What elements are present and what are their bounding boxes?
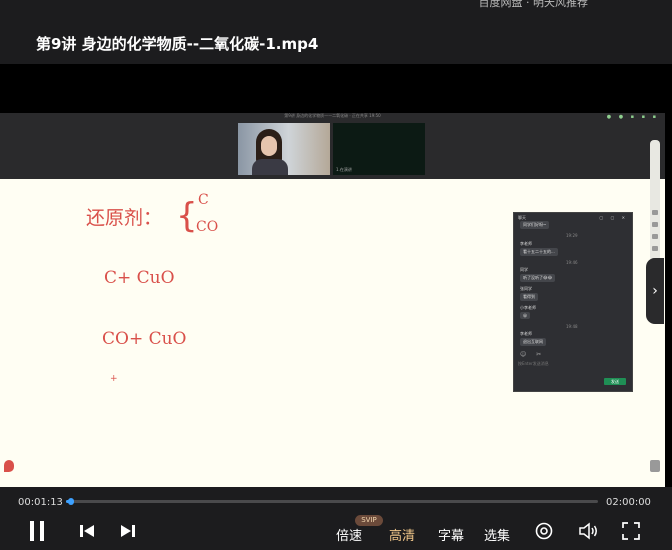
tool-icon[interactable] — [652, 222, 658, 227]
chat-panel[interactable]: 聊天 ▢ ▢ ✕ 同学们好呀~ 19:29 李老师 看十五二十五的... 19:… — [513, 212, 633, 392]
chat-sender: 李老师 — [520, 331, 532, 336]
chat-input[interactable]: 按Enter发送消息 — [518, 361, 549, 367]
chat-message: 看得到 — [520, 293, 538, 301]
option-co: CO — [196, 219, 219, 235]
chat-time: 19:48 — [566, 324, 578, 329]
video-frame[interactable]: 第9讲 身边的化学物质——二氧化碳 · 正在共享 19:50 ● ● ▪ ▪ ▪… — [0, 113, 665, 487]
chat-message: 😀 — [520, 312, 531, 319]
header-bar: 百度网盘 · 明天风推荐 第9讲 身边的化学物质--二氧化碳-1.mp4 — [0, 0, 672, 64]
chat-time: 19:29 — [566, 233, 578, 238]
chat-sender: 同学 — [520, 267, 528, 272]
equation-c-cuo: C+ CuO — [104, 268, 175, 288]
brand-text: 百度网盘 · 明天风推荐 — [478, 0, 589, 9]
chat-message: 听了没听了😂😂 — [520, 274, 556, 282]
settings-icon — [535, 522, 553, 540]
chat-window-controls[interactable]: ▢ ▢ ✕ — [600, 215, 628, 220]
progress-handle[interactable] — [68, 498, 75, 505]
fullscreen-icon — [622, 522, 640, 540]
chat-send-button[interactable]: 发送 — [604, 378, 626, 385]
chat-message: 同学们好呀~ — [520, 221, 550, 229]
pen-cursor: + — [110, 374, 118, 384]
player-controls: 00:01:13 02:00:00 SVIP 倍速 高清 字幕 选集 — [0, 487, 672, 550]
meeting-status-icons: ● ● ▪ ▪ ▪ — [606, 114, 659, 120]
subtitle-button[interactable]: 字幕 — [438, 525, 464, 544]
episodes-button[interactable]: 选集 — [484, 525, 510, 544]
second-video-tile: 1.在演讲 — [333, 123, 425, 175]
duration: 02:00:00 — [606, 497, 651, 508]
next-icon — [121, 525, 135, 537]
previous-button[interactable] — [79, 523, 95, 543]
tile-label: 1.在演讲 — [336, 167, 352, 172]
chat-message: 看十五二十五的... — [520, 248, 558, 256]
fullscreen-button[interactable] — [622, 522, 640, 544]
option-c: C — [198, 192, 209, 208]
chat-sender: 张同学 — [520, 286, 532, 291]
next-page-arrow-icon[interactable]: › — [646, 258, 664, 324]
chat-sender: 小李老师 — [520, 305, 536, 310]
chat-message: 退出互联网 — [520, 338, 546, 346]
chat-sender: 李老师 — [520, 241, 532, 246]
pause-icon — [30, 521, 44, 541]
tool-icon[interactable] — [652, 246, 658, 251]
progress-bar[interactable] — [66, 498, 598, 505]
whiteboard-toolbar[interactable] — [650, 140, 660, 270]
speed-button[interactable]: 倍速 — [336, 525, 362, 544]
current-time: 00:01:13 — [18, 497, 63, 508]
location-pin-icon — [4, 460, 14, 472]
settings-button[interactable] — [535, 522, 553, 544]
brace-icon: { — [176, 196, 198, 236]
volume-button[interactable] — [579, 522, 599, 544]
volume-icon — [579, 522, 597, 540]
quality-button[interactable]: 高清 — [389, 525, 415, 544]
teacher-video-tile — [238, 123, 330, 175]
chat-emoji-icon[interactable]: ☺ ✂ — [520, 351, 545, 358]
meeting-caption: 第9讲 身边的化学物质——二氧化碳 · 正在共享 19:50 — [284, 113, 381, 118]
reducing-agent-label: 还原剂： — [86, 207, 163, 229]
chat-time: 19:46 — [566, 260, 578, 265]
meeting-bar: 第9讲 身边的化学物质——二氧化碳 · 正在共享 19:50 ● ● ▪ ▪ ▪… — [0, 113, 665, 179]
pause-button[interactable] — [28, 520, 46, 546]
equation-co-cuo: CO+ CuO — [102, 329, 187, 349]
previous-icon — [80, 525, 94, 537]
tool-icon[interactable] — [652, 234, 658, 239]
next-button[interactable] — [120, 523, 136, 543]
tool-icon[interactable] — [652, 210, 658, 215]
video-title: 第9讲 身边的化学物质--二氧化碳-1.mp4 — [36, 35, 319, 53]
page-icon — [650, 460, 660, 472]
